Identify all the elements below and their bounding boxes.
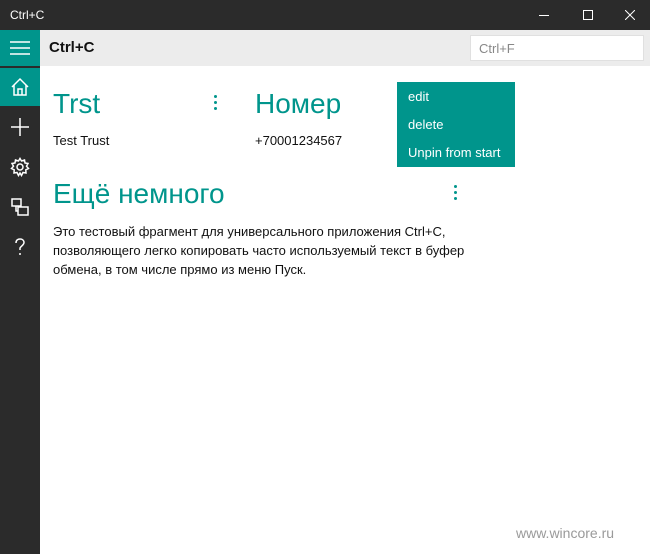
- search-input[interactable]: [471, 36, 643, 60]
- card-title: Номер: [255, 88, 342, 119]
- sidebar-item-copy[interactable]: [0, 188, 40, 226]
- card-value: +70001234567: [255, 133, 343, 148]
- title-bar: Ctrl+C: [0, 0, 650, 30]
- page-title: Ctrl+C: [49, 39, 95, 56]
- kebab-dot: [213, 100, 217, 104]
- window-title: Ctrl+C: [10, 8, 45, 22]
- context-menu: edit delete Unpin from start: [397, 82, 515, 167]
- minimize-icon: [539, 15, 549, 16]
- kebab-dot: [453, 196, 457, 200]
- main-content: Trst Test Trust Номер +70001234567 Ещё н…: [40, 66, 650, 554]
- card-title: Trst: [53, 88, 101, 119]
- kebab-dot: [453, 184, 457, 188]
- header-bar: Ctrl+C: [40, 30, 650, 66]
- gear-icon: [10, 157, 30, 177]
- close-button[interactable]: [608, 0, 650, 30]
- home-icon: [11, 77, 29, 96]
- sidebar-item-add[interactable]: [0, 108, 40, 146]
- search-box: [470, 35, 644, 61]
- kebab-dot: [213, 106, 217, 110]
- menu-item-edit[interactable]: edit: [397, 86, 515, 114]
- watermark: www.wincore.ru: [516, 525, 615, 541]
- card-more-button[interactable]: [447, 182, 463, 202]
- maximize-icon: [583, 10, 593, 20]
- kebab-dot: [453, 190, 457, 194]
- minimize-button[interactable]: [522, 0, 566, 30]
- sidebar-item-help[interactable]: [0, 228, 40, 266]
- sidebar-item-settings[interactable]: [0, 148, 40, 186]
- card-title: Ещё немного: [53, 178, 225, 209]
- maximize-button[interactable]: [566, 0, 610, 30]
- card-more-button[interactable]: [207, 92, 223, 112]
- hamburger-icon: [10, 41, 30, 55]
- close-icon: [625, 10, 635, 20]
- kebab-dot: [213, 94, 217, 98]
- menu-item-delete[interactable]: delete: [397, 114, 515, 142]
- help-icon: [15, 238, 25, 255]
- menu-item-unpin[interactable]: Unpin from start: [397, 142, 515, 170]
- card-value: Test Trust: [53, 133, 110, 148]
- sidebar-item-home[interactable]: [0, 68, 40, 106]
- hamburger-menu-button[interactable]: [0, 30, 40, 66]
- sidebar: [0, 30, 40, 554]
- copy-icon: [11, 198, 29, 216]
- card-text: Это тестовый фрагмент для универсального…: [53, 224, 465, 277]
- plus-icon: [11, 118, 29, 136]
